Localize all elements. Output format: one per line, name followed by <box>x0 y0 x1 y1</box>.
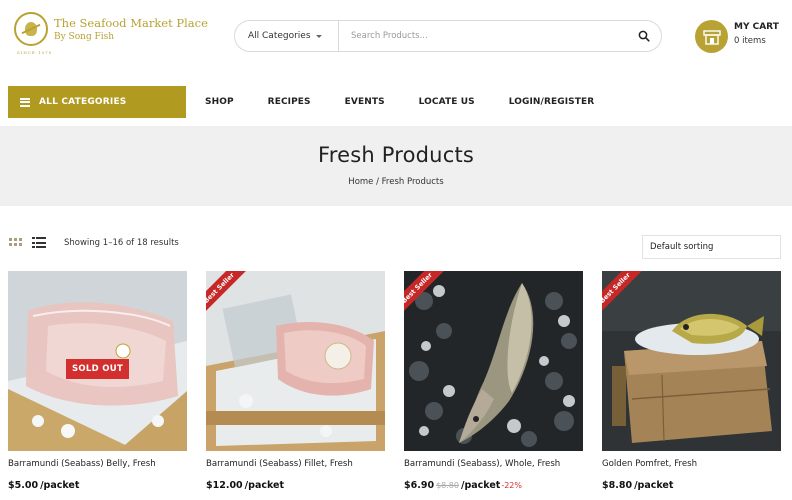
site-header: SINCE 1970 The Seafood Market Place By S… <box>0 0 792 78</box>
nav-menu: SHOP RECIPES EVENTS LOCATE US LOGIN/REGI… <box>205 86 628 118</box>
product-image[interactable]: Best Seller <box>602 271 781 451</box>
price-unit: /packet <box>460 480 501 491</box>
nav-item-login-register[interactable]: LOGIN/REGISTER <box>509 97 595 107</box>
price-unit: /packet <box>40 480 80 491</box>
chevron-down-icon <box>315 34 322 38</box>
nav-item-recipes[interactable]: RECIPES <box>268 97 311 107</box>
fish-emblem-icon <box>14 12 48 46</box>
fish-fillet-image <box>206 271 385 451</box>
shop-icon <box>702 29 721 45</box>
list-view-icon[interactable] <box>32 237 46 248</box>
main-nav: ALL CATEGORIES SHOP RECIPES EVENTS LOCAT… <box>0 78 792 126</box>
result-count: Showing 1–16 of 18 results <box>64 238 179 248</box>
cart-count: 0 items <box>734 36 766 46</box>
page-title-band: Fresh Products Home / Fresh Products <box>0 126 792 206</box>
cart-title: MY CART <box>734 22 779 32</box>
shop-toolbar: Showing 1–16 of 18 results Default sorti… <box>0 206 792 266</box>
logo-since-text: SINCE 1970 <box>17 50 53 55</box>
price-unit: /packet <box>634 480 674 491</box>
sorting-select[interactable]: Default sorting <box>642 235 781 259</box>
product-name[interactable]: Barramundi (Seabass) Belly, Fresh <box>8 459 156 469</box>
price-value: $5.00 <box>8 480 39 491</box>
search-bar: All Categories <box>234 20 662 52</box>
cart-icon-circle[interactable] <box>695 20 728 53</box>
site-logo[interactable]: SINCE 1970 The Seafood Market Place By S… <box>14 12 214 55</box>
product-price: $5.00/packet <box>8 480 79 491</box>
whole-fish-image <box>404 271 583 451</box>
product-card[interactable]: SOLD OUT Barramundi (Seabass) Belly, Fre… <box>8 271 187 500</box>
pomfret-fish-image <box>602 271 781 451</box>
logo-subtitle: By Song Fish <box>54 32 115 42</box>
price-value: $8.80 <box>602 480 633 491</box>
nav-item-locate-us[interactable]: LOCATE US <box>419 97 475 107</box>
logo-title: The Seafood Market Place <box>54 16 208 30</box>
search-category-label: All Categories <box>248 31 311 41</box>
product-card[interactable]: Best Seller Barramundi (Seabass), Whole,… <box>404 271 583 500</box>
price-value: $6.90 <box>404 480 435 491</box>
product-card[interactable]: Best Seller Golden Pomfret, Fresh $8.80/… <box>602 271 781 500</box>
sold-out-badge: SOLD OUT <box>66 359 129 379</box>
breadcrumb[interactable]: Home / Fresh Products <box>0 177 792 187</box>
nav-item-events[interactable]: EVENTS <box>345 97 385 107</box>
product-price: $8.80/packet <box>602 480 673 491</box>
product-name[interactable]: Barramundi (Seabass), Whole, Fresh <box>404 459 560 469</box>
search-icon <box>638 30 650 42</box>
search-category-select[interactable]: All Categories <box>235 21 339 51</box>
all-categories-label: ALL CATEGORIES <box>39 97 127 107</box>
product-card[interactable]: Best Seller Barramundi (Seabass) Fillet,… <box>206 271 385 500</box>
product-image[interactable]: SOLD OUT <box>8 271 187 451</box>
search-button[interactable] <box>627 21 661 51</box>
search-input[interactable] <box>339 21 627 51</box>
discount-label: -22% <box>501 481 522 490</box>
nav-item-shop[interactable]: SHOP <box>205 97 234 107</box>
old-price: $8.80 <box>436 481 459 490</box>
cart-widget[interactable]: MY CART 0 items <box>695 20 790 54</box>
product-image[interactable]: Best Seller <box>206 271 385 451</box>
product-price: $12.00/packet <box>206 480 284 491</box>
product-name[interactable]: Barramundi (Seabass) Fillet, Fresh <box>206 459 353 469</box>
menu-bars-icon <box>20 97 30 107</box>
product-name[interactable]: Golden Pomfret, Fresh <box>602 459 697 469</box>
price-unit: /packet <box>244 480 285 491</box>
product-image[interactable]: Best Seller <box>404 271 583 451</box>
page-title: Fresh Products <box>317 143 475 167</box>
price-value: $12.00 <box>206 480 243 491</box>
grid-view-icon[interactable] <box>9 238 22 247</box>
all-categories-button[interactable]: ALL CATEGORIES <box>8 86 186 118</box>
product-price: $6.90 $8.80/packet-22% <box>404 480 522 491</box>
